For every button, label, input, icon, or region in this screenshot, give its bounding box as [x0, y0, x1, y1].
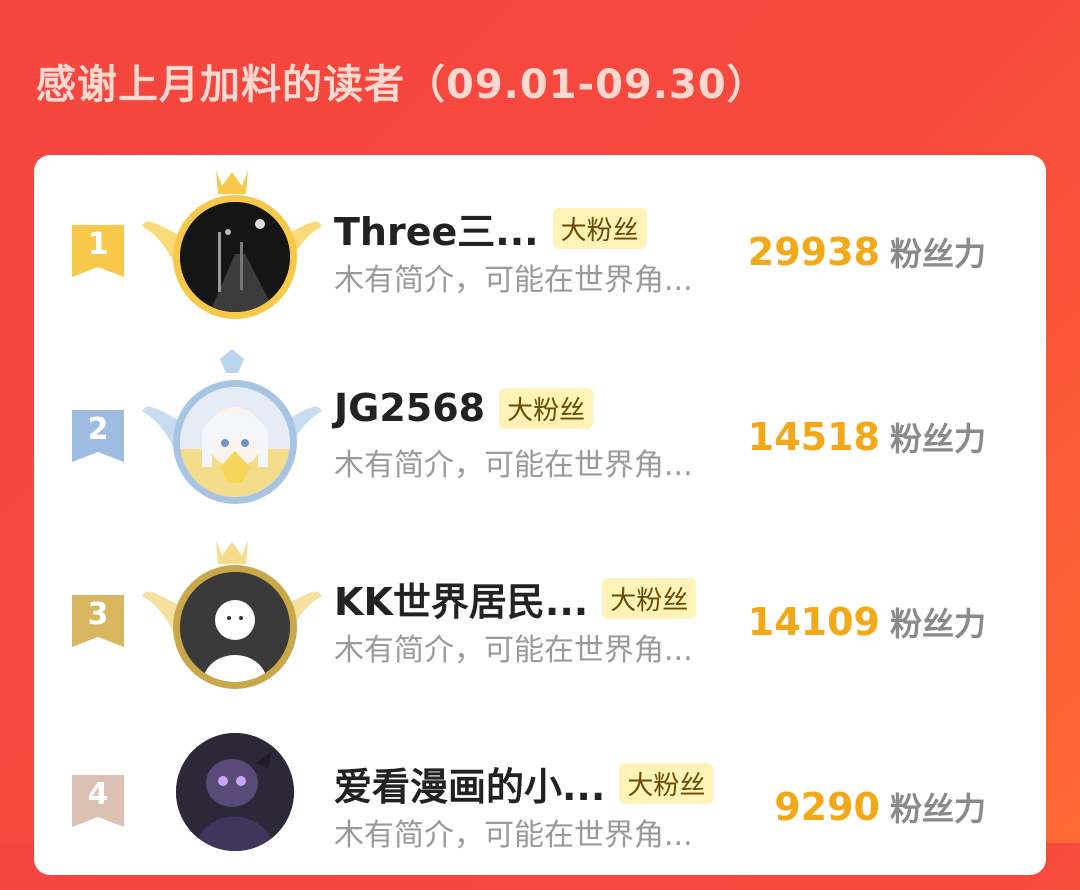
fan-power-unit: 粉丝力: [889, 790, 986, 828]
reader-name[interactable]: 爱看漫画的小...: [334, 756, 605, 811]
ghost-avatar: [176, 568, 294, 686]
fan-power: 14109 粉丝力: [748, 599, 986, 645]
fan-power-value: 14109: [747, 600, 880, 644]
fan-power-value: 9290: [774, 785, 880, 829]
reader-name[interactable]: KK世界居民...: [334, 571, 588, 626]
reader-bio: 木有简介，可能在世界角...: [334, 818, 693, 853]
rank-ribbon: 4: [72, 775, 124, 827]
fan-badge: 大粉丝: [499, 387, 594, 429]
reader-bio: 木有简介，可能在世界角...: [334, 448, 693, 483]
list-item[interactable]: 2 JG2568 大粉丝 木有简介，可能在世界角... 14518 粉丝力: [34, 349, 1046, 520]
anime-girl-avatar: [176, 383, 294, 501]
fan-badge: 大粉丝: [552, 208, 647, 249]
reader-name[interactable]: JG2568: [334, 386, 485, 430]
avatar-frame: [142, 695, 322, 865]
fan-power-value: 29938: [747, 230, 880, 274]
fan-power-unit: 粉丝力: [889, 605, 986, 643]
fan-power: 29938 粉丝力: [748, 229, 986, 275]
rank-ribbon: 2: [72, 410, 124, 462]
avatar-frame: [142, 160, 322, 330]
fan-power: 14518 粉丝力: [748, 414, 986, 460]
avatar-frame: [142, 530, 322, 700]
fan-power: 9290 粉丝力: [774, 784, 986, 830]
page-title: 感谢上月加料的读者（09.01-09.30）: [36, 62, 768, 108]
fan-power-unit: 粉丝力: [889, 235, 986, 273]
list-item[interactable]: 4 爱看漫画的小... 大粉丝 木有简介，可能在世界角... 9290 粉丝力: [34, 730, 1046, 890]
reader-bio: 木有简介，可能在世界角...: [334, 263, 693, 298]
reader-list-card: 1 Three三... 大粉丝 木有简介，可能在世界角... 29938 粉丝力…: [34, 155, 1046, 875]
fan-badge: 大粉丝: [602, 578, 697, 619]
fan-power-value: 14518: [747, 415, 880, 459]
reader-name[interactable]: Three三...: [334, 201, 539, 256]
dark-character-avatar: [176, 733, 294, 851]
list-item[interactable]: 1 Three三... 大粉丝 木有简介，可能在世界角... 29938 粉丝力: [34, 170, 1046, 335]
list-item[interactable]: 3 KK世界居民... 大粉丝 木有简介，可能在世界角... 14109 粉丝力: [34, 540, 1046, 705]
street-photo-avatar: [176, 198, 294, 316]
reader-bio: 木有简介，可能在世界角...: [334, 633, 693, 668]
fan-power-unit: 粉丝力: [889, 420, 986, 458]
rank-ribbon: 1: [72, 225, 124, 277]
avatar-frame: [142, 345, 322, 515]
rank-ribbon: 3: [72, 595, 124, 647]
fan-badge: 大粉丝: [619, 763, 714, 804]
